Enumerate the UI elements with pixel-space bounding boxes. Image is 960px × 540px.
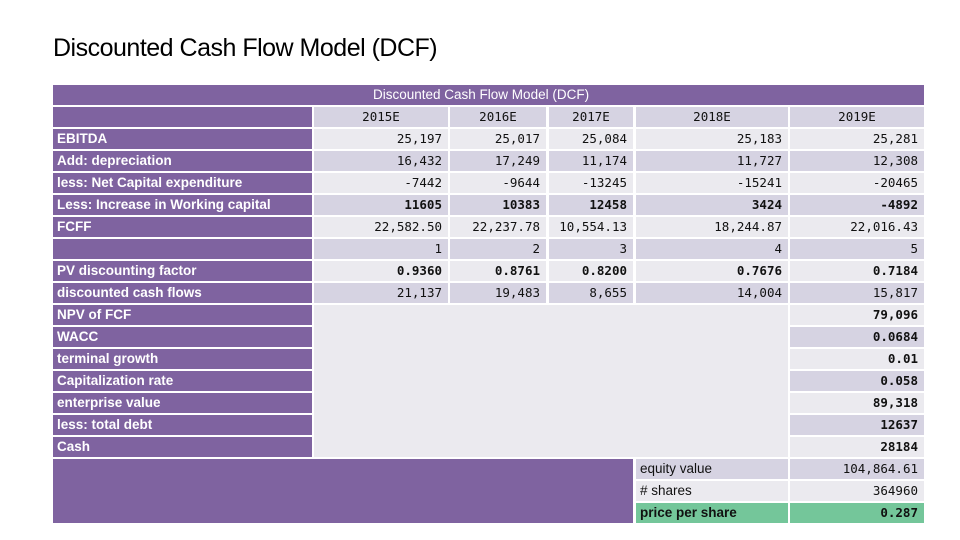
summary-label: enterprise value	[53, 393, 312, 413]
summary-value[interactable]: 79,096	[790, 305, 924, 325]
header-label-blank	[53, 107, 312, 127]
table-cell[interactable]: 15,817	[790, 283, 924, 303]
table-cell[interactable]: 25,017	[450, 129, 546, 149]
table-cell[interactable]: 25,281	[790, 129, 924, 149]
table-cell[interactable]: 0.7184	[790, 261, 924, 281]
dcf-table: Discounted Cash Flow Model (DCF) 2015E 201…	[0, 0, 960, 540]
table-cell[interactable]: 25,183	[636, 129, 788, 149]
table-cell[interactable]: 21,137	[314, 283, 448, 303]
table-cell[interactable]: 11,727	[636, 151, 788, 171]
table-cell[interactable]: -20465	[790, 173, 924, 193]
year-header-2016E: 2016E	[450, 107, 546, 127]
summary-label: Cash	[53, 437, 312, 457]
year-header-2019E: 2019E	[790, 107, 924, 127]
equity-label: # shares	[636, 481, 788, 501]
table-cell[interactable]: 10383	[450, 195, 546, 215]
table-cell[interactable]: -13245	[549, 173, 633, 193]
table-cell[interactable]: 11,174	[549, 151, 633, 171]
table-cell[interactable]: 4	[636, 239, 788, 259]
row-label	[53, 239, 312, 259]
table-cell[interactable]: 22,237.78	[450, 217, 546, 237]
table-cell[interactable]: 12,308	[790, 151, 924, 171]
table-cell[interactable]: 8,655	[549, 283, 633, 303]
summary-value[interactable]: 0.0684	[790, 327, 924, 347]
equity-value[interactable]: 104,864.61	[790, 459, 924, 479]
table-cell[interactable]: 25,084	[549, 129, 633, 149]
table-cell[interactable]: 18,244.87	[636, 217, 788, 237]
row-label: Add: depreciation	[53, 151, 312, 171]
row-label: discounted cash flows	[53, 283, 312, 303]
table-cell[interactable]: -15241	[636, 173, 788, 193]
blank-area	[314, 305, 788, 457]
summary-value[interactable]: 0.058	[790, 371, 924, 391]
equity-label: price per share	[636, 503, 788, 523]
table-cell[interactable]: 0.9360	[314, 261, 448, 281]
table-cell[interactable]: 1	[314, 239, 448, 259]
table-cell[interactable]: 3	[549, 239, 633, 259]
row-label: Less: Increase in Working capital	[53, 195, 312, 215]
table-cell[interactable]: -4892	[790, 195, 924, 215]
row-label: less: Net Capital expenditure	[53, 173, 312, 193]
table-cell[interactable]: -9644	[450, 173, 546, 193]
summary-label: terminal growth	[53, 349, 312, 369]
summary-value[interactable]: 0.01	[790, 349, 924, 369]
table-cell[interactable]: 22,016.43	[790, 217, 924, 237]
table-cell[interactable]: 0.8200	[549, 261, 633, 281]
row-label: PV discounting factor	[53, 261, 312, 281]
table-cell[interactable]: 2	[450, 239, 546, 259]
table-cell[interactable]: 0.7676	[636, 261, 788, 281]
table-cell[interactable]: 10,554.13	[549, 217, 633, 237]
summary-value[interactable]: 28184	[790, 437, 924, 457]
table-cell[interactable]: 19,483	[450, 283, 546, 303]
summary-label: less: total debt	[53, 415, 312, 435]
table-cell[interactable]: 5	[790, 239, 924, 259]
equity-block-fill	[53, 459, 633, 523]
table-cell[interactable]: -7442	[314, 173, 448, 193]
year-header-2018E: 2018E	[636, 107, 788, 127]
table-cell[interactable]: 12458	[549, 195, 633, 215]
equity-label: equity value	[636, 459, 788, 479]
table-cell[interactable]: 17,249	[450, 151, 546, 171]
table-cell[interactable]: 22,582.50	[314, 217, 448, 237]
table-cell[interactable]: 25,197	[314, 129, 448, 149]
table-cell[interactable]: 11605	[314, 195, 448, 215]
summary-label: NPV of FCF	[53, 305, 312, 325]
year-header-2017E: 2017E	[549, 107, 633, 127]
row-label: EBITDA	[53, 129, 312, 149]
equity-value[interactable]: 364960	[790, 481, 924, 501]
summary-value[interactable]: 12637	[790, 415, 924, 435]
table-cell[interactable]: 14,004	[636, 283, 788, 303]
year-header-2015E: 2015E	[314, 107, 448, 127]
equity-value[interactable]: 0.287	[790, 503, 924, 523]
table-cell[interactable]: 3424	[636, 195, 788, 215]
summary-label: Capitalization rate	[53, 371, 312, 391]
table-cell[interactable]: 0.8761	[450, 261, 546, 281]
summary-label: WACC	[53, 327, 312, 347]
row-label: FCFF	[53, 217, 312, 237]
summary-value[interactable]: 89,318	[790, 393, 924, 413]
table-caption: Discounted Cash Flow Model (DCF)	[53, 85, 924, 105]
table-cell[interactable]: 16,432	[314, 151, 448, 171]
